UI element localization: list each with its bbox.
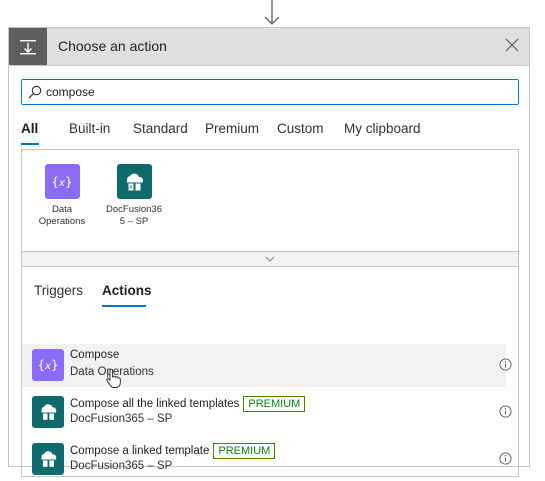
docfusion-icon (32, 443, 64, 475)
tab-my-clipboard[interactable]: My clipboard (344, 121, 421, 136)
tab-actions[interactable]: Actions (102, 283, 152, 298)
close-icon[interactable] (503, 36, 521, 54)
svg-text:{x}: {x} (51, 175, 72, 189)
tab-standard[interactable]: Standard (133, 121, 188, 136)
action-connector: DocFusion365 – SP (70, 413, 173, 425)
tab-built-in[interactable]: Built-in (69, 121, 110, 136)
card-header: Choose an action (9, 28, 529, 66)
result-tabs: Triggers Actions (22, 283, 518, 307)
info-icon[interactable] (499, 452, 512, 465)
action-compose-linked-template[interactable]: Compose a linked template PREMIUM DocFusi… (22, 438, 512, 481)
docfusion-icon (116, 164, 152, 199)
connector-data-operations[interactable]: {x} Data Operations (22, 164, 102, 228)
expand-connectors-button[interactable] (21, 251, 519, 267)
search-box[interactable] (21, 79, 519, 105)
premium-badge: PREMIUM (213, 443, 276, 459)
flow-arrow-icon (264, 0, 280, 25)
premium-badge: PREMIUM (243, 396, 306, 412)
choose-action-card: Choose an action All Built-in Standard P… (8, 27, 530, 477)
connector-label: DocFusion36 5 – SP (106, 204, 162, 227)
hand-cursor-icon (106, 369, 121, 388)
chevron-down-icon (265, 256, 275, 262)
tab-all[interactable]: All (21, 121, 38, 136)
action-compose[interactable]: {x} Compose Data Operations (22, 344, 512, 388)
action-title: Compose all the linked templates PREMIUM (70, 396, 306, 412)
tab-triggers[interactable]: Triggers (34, 283, 83, 298)
action-step-icon (9, 28, 47, 65)
tab-premium[interactable]: Premium (205, 121, 259, 136)
active-tab-indicator (21, 143, 39, 145)
data-operations-icon: {x} (44, 164, 80, 199)
dialog-title: Choose an action (58, 38, 167, 54)
connector-docfusion[interactable]: DocFusion36 5 – SP (94, 164, 174, 228)
tab-custom[interactable]: Custom (277, 121, 324, 136)
info-icon[interactable] (499, 358, 512, 371)
results-panel: Triggers Actions {x} Compose Data Operat… (21, 267, 519, 477)
search-icon (28, 85, 42, 99)
data-operations-icon: {x} (32, 349, 64, 381)
svg-text:{x}: {x} (37, 358, 58, 372)
action-compose-all-linked-templates[interactable]: Compose all the linked templates PREMIUM … (22, 391, 512, 434)
action-title: Compose (70, 349, 120, 361)
search-input[interactable] (46, 83, 506, 101)
action-title: Compose a linked template PREMIUM (70, 443, 276, 459)
info-icon[interactable] (499, 405, 512, 418)
docfusion-icon (32, 396, 64, 428)
action-connector: DocFusion365 – SP (70, 460, 173, 472)
active-subtab-indicator (102, 305, 146, 307)
filter-tabs: All Built-in Standard Premium Custom My … (9, 121, 529, 145)
connector-label: Data Operations (38, 204, 86, 227)
connector-list: {x} Data Operations DocFusion36 5 – SP (21, 149, 519, 251)
